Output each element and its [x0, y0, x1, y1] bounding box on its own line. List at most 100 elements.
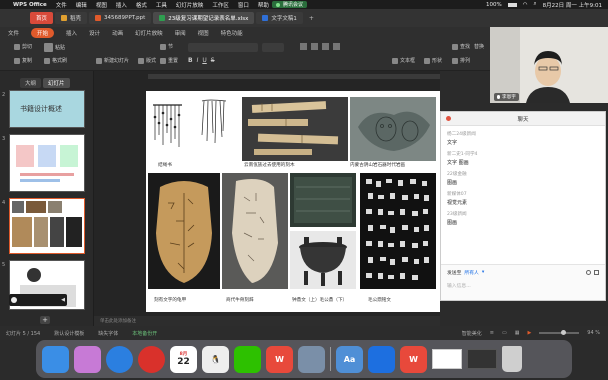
sorter-view-icon[interactable]: ▦ [515, 330, 520, 336]
menu-slideshow[interactable]: 幻灯片放映 [176, 1, 204, 9]
missing-fonts[interactable]: 缺失字体 [98, 330, 118, 337]
zoom-slider-knob[interactable] [561, 330, 567, 335]
notes-toggle-icon[interactable]: ≡ [490, 330, 494, 336]
ribbon-tab-file[interactable]: 文件 [8, 29, 19, 37]
battery-percent[interactable]: 100% [486, 2, 502, 8]
slide-canvas[interactable]: 结绳书 云南佤族过去使用的刻木 内蒙古阴山岩石器时代岩画 刻有文字的龟甲 商代牛… [146, 91, 440, 312]
theme-name[interactable]: 默认设计模板 [54, 330, 84, 337]
search-icon[interactable]: ⌕ [534, 1, 537, 8]
wechat-icon[interactable] [234, 345, 261, 373]
format-painter-button[interactable]: 格式刷 [44, 57, 67, 64]
ribbon-tab-view[interactable]: 视图 [198, 29, 209, 37]
minimized-window-thumb[interactable] [432, 349, 462, 369]
chat-input[interactable]: 输入信息... [441, 280, 605, 291]
numbered-list-icon[interactable] [311, 43, 318, 50]
wifi-icon[interactable]: ◠ [523, 2, 528, 8]
preview-icon[interactable] [298, 345, 325, 373]
reset-button[interactable]: 重置 [160, 57, 178, 64]
menu-tools[interactable]: 工具 [156, 1, 167, 9]
font-size-select[interactable] [262, 43, 284, 52]
ribbon-tab-start[interactable]: 开始 [31, 28, 55, 38]
bold-icon[interactable]: B [188, 57, 193, 64]
tab-doc[interactable]: 文字文稿1 [256, 12, 303, 24]
menu-view[interactable]: 视图 [96, 1, 107, 9]
emoji-icon[interactable] [586, 270, 591, 275]
chevron-down-icon[interactable]: ▾ [482, 270, 484, 275]
tencent-meeting-icon[interactable] [368, 345, 395, 373]
battery-icon[interactable] [507, 2, 517, 7]
tab-home[interactable]: 首页 [30, 12, 54, 24]
slide-thumbnail[interactable]: 书籍设计概述 [9, 90, 85, 128]
file-icon[interactable] [594, 270, 599, 275]
section-button[interactable]: 节 [160, 43, 173, 50]
finder-icon[interactable] [42, 345, 69, 373]
add-slide-button[interactable]: + [40, 316, 50, 324]
underline-icon[interactable]: U [202, 57, 206, 64]
wps-icon[interactable]: W [266, 345, 293, 373]
docer-icon [61, 15, 68, 21]
add-tab-icon[interactable]: + [309, 15, 314, 22]
caption-bronze-ding: 钟鼎文（上）毛公鼎（下） [292, 298, 348, 303]
replace-button[interactable]: 替换 [474, 43, 484, 50]
copy-button[interactable]: 复制 [14, 57, 32, 64]
minimized-window-thumb-2[interactable] [467, 349, 497, 369]
close-icon[interactable] [446, 116, 451, 121]
video-tile[interactable]: 正在讲话：李恩宇; 李恩宇 [490, 27, 608, 103]
qq-icon[interactable]: 🐧 [202, 345, 229, 373]
ribbon-tab-animation[interactable]: 动画 [112, 29, 123, 37]
tab-ppt[interactable]: 345689PPT.ppt [89, 12, 152, 24]
play-icon[interactable]: ▶ [527, 330, 531, 336]
tab-docer[interactable]: 稻壳 [55, 12, 88, 24]
arrange-button[interactable]: 排列 [452, 57, 470, 64]
menu-edit[interactable]: 编辑 [76, 1, 87, 9]
menu-format[interactable]: 格式 [136, 1, 147, 9]
shape-button[interactable]: 形状 [424, 57, 442, 64]
smart-beautify-button[interactable]: 智能美化 [462, 330, 482, 337]
zoom-slider[interactable] [539, 330, 580, 335]
strike-icon[interactable]: S [211, 57, 215, 64]
bullet-list-icon[interactable] [300, 43, 307, 50]
align-center-icon[interactable] [333, 43, 340, 50]
backup-status[interactable]: 本地备份开 [132, 330, 157, 337]
prev-arrow-icon[interactable]: ◀ [61, 297, 67, 303]
outline-tab[interactable]: 大纲 [20, 78, 42, 88]
wps-second-icon[interactable]: W [400, 345, 427, 373]
textbox-button[interactable]: 文本框 [392, 57, 415, 64]
meeting-indicator[interactable]: 腾讯会议 [272, 1, 308, 8]
menu-window[interactable]: 窗口 [238, 1, 249, 9]
normal-view-icon[interactable]: ▭ [502, 330, 507, 336]
find-button[interactable]: 查找 [452, 43, 470, 50]
font-name-select[interactable] [188, 43, 258, 52]
new-slide-button[interactable]: 新建幻灯片 [96, 57, 129, 64]
slide-thumbnail[interactable] [9, 134, 85, 192]
launchpad-icon[interactable] [74, 345, 101, 373]
ribbon-tab-slideshow[interactable]: 幻灯片放映 [135, 29, 163, 37]
slides-tab[interactable]: 幻灯片 [43, 78, 70, 88]
trash-icon[interactable] [502, 346, 522, 372]
ribbon-tab-review[interactable]: 审阅 [175, 29, 186, 37]
calendar-icon[interactable]: 8月 22 [170, 345, 197, 373]
menu-workspace[interactable]: 工作区 [212, 1, 229, 9]
notes-pane[interactable]: 单击此处添加备注 [94, 316, 440, 326]
lock-icon[interactable] [11, 297, 17, 303]
clock[interactable]: 8月22日 周一 上午9:01 [543, 1, 602, 9]
ribbon-tab-insert[interactable]: 插入 [66, 29, 77, 37]
ribbon-tab-features[interactable]: 特色功能 [221, 29, 243, 37]
align-left-icon[interactable] [322, 43, 329, 50]
recipient-select[interactable]: 所有人 [464, 269, 478, 276]
netease-music-icon[interactable] [138, 345, 165, 373]
cut-button[interactable]: 剪切 [14, 43, 32, 50]
layout-button[interactable]: 版式 [138, 57, 156, 64]
slide-thumbnail-selected[interactable] [9, 198, 85, 254]
menu-file[interactable]: 文件 [56, 1, 67, 9]
dictionary-icon[interactable]: Aa [336, 345, 363, 373]
menu-help[interactable]: 帮助 [258, 1, 269, 9]
safari-icon[interactable] [106, 345, 133, 373]
app-name[interactable]: WPS Office [13, 2, 47, 8]
italic-icon[interactable]: I [197, 57, 199, 64]
tab-xlsx[interactable]: 23级复习课期望记录表名单.xlsx [153, 12, 255, 24]
paste-button[interactable]: 粘贴 [44, 43, 65, 52]
zoom-level[interactable]: 94 % [587, 330, 600, 336]
ribbon-tab-design[interactable]: 设计 [89, 29, 100, 37]
menu-insert[interactable]: 插入 [116, 1, 127, 9]
